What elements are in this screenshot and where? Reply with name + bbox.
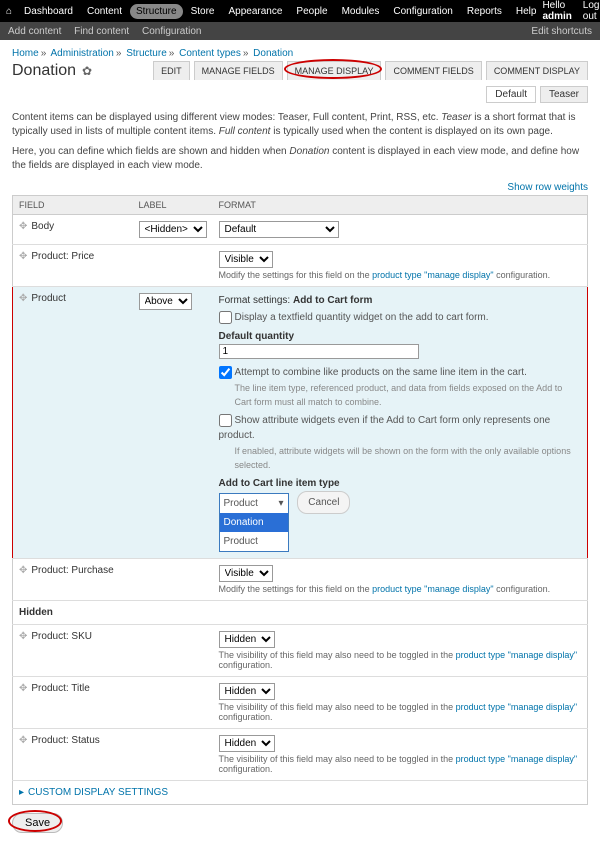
price-config-link[interactable]: product type "manage display" [372, 270, 493, 280]
menu-configuration[interactable]: Configuration [387, 4, 458, 19]
row-hidden-header: Hidden [13, 601, 588, 625]
body-label-select[interactable]: <Hidden> [139, 221, 207, 238]
price-format-select[interactable]: Visible [219, 251, 273, 268]
crumb-home[interactable]: Home [12, 48, 39, 59]
drag-handle-icon[interactable]: ✥ [19, 631, 27, 642]
home-icon[interactable]: ⌂ [6, 6, 12, 17]
menu-reports[interactable]: Reports [461, 4, 508, 19]
show-row-weights-link[interactable]: Show row weights [507, 182, 588, 193]
subtab-teaser[interactable]: Teaser [540, 86, 588, 103]
sku-format-select[interactable]: Hidden [219, 631, 275, 648]
tab-edit[interactable]: EDIT [153, 61, 190, 80]
purchase-config-link[interactable]: product type "manage display" [372, 584, 493, 594]
product-label-select[interactable]: Above [139, 293, 192, 310]
gear-icon[interactable]: ✿ [82, 64, 92, 78]
menu-structure[interactable]: Structure [130, 4, 183, 19]
subtab-default[interactable]: Default [486, 86, 536, 103]
cb-quantity-widget[interactable]: Display a textfield quantity widget on t… [219, 310, 582, 325]
line-item-type-select[interactable]: Product▾ Donation Product [219, 493, 289, 552]
page-title: Donation [12, 62, 76, 80]
drag-handle-icon[interactable]: ✥ [19, 565, 27, 576]
status-config-link[interactable]: product type "manage display" [456, 754, 577, 764]
cb-combine[interactable]: Attempt to combine like products on the … [219, 365, 582, 380]
menu-modules[interactable]: Modules [336, 4, 386, 19]
primary-tabs: EDIT MANAGE FIELDS MANAGE DISPLAY COMMEN… [153, 61, 588, 80]
cancel-button[interactable]: Cancel [297, 491, 350, 514]
crumb-content-types[interactable]: Content types [179, 48, 241, 59]
drag-handle-icon[interactable]: ✥ [19, 293, 27, 304]
save-button[interactable]: Save [12, 813, 63, 833]
toolbar-menu: Dashboard Content Structure Store Appear… [18, 4, 542, 19]
row-purchase: ✥Product: Purchase Visible Modify the se… [13, 559, 588, 601]
status-format-select[interactable]: Hidden [219, 735, 275, 752]
menu-help[interactable]: Help [510, 4, 543, 19]
shortcut-configuration[interactable]: Configuration [142, 26, 201, 37]
title-config-link[interactable]: product type "manage display" [456, 702, 577, 712]
chevron-down-icon: ▾ [278, 496, 283, 511]
edit-shortcuts-link[interactable]: Edit shortcuts [531, 26, 592, 37]
col-label: LABEL [133, 196, 213, 215]
option-donation[interactable]: Donation [220, 513, 288, 532]
custom-display-settings[interactable]: ▸CUSTOM DISPLAY SETTINGS [12, 781, 588, 805]
row-product: ✥Product Above Format settings: Add to C… [13, 287, 588, 559]
drag-handle-icon[interactable]: ✥ [19, 735, 27, 746]
drag-handle-icon[interactable]: ✥ [19, 221, 27, 232]
default-quantity-label: Default quantity [219, 329, 582, 344]
drag-handle-icon[interactable]: ✥ [19, 251, 27, 262]
cb-attributes-desc: If enabled, attribute widgets will be sh… [235, 445, 582, 472]
col-field: FIELD [13, 196, 133, 215]
tab-comment-display[interactable]: COMMENT DISPLAY [486, 61, 588, 80]
col-format: FORMAT [213, 196, 588, 215]
chevron-right-icon: ▸ [19, 787, 24, 798]
view-mode-tabs: Default Teaser [12, 86, 588, 103]
menu-appearance[interactable]: Appearance [222, 4, 288, 19]
logout-link[interactable]: Log out [583, 0, 600, 22]
default-quantity-input[interactable] [219, 344, 419, 359]
shortcut-find-content[interactable]: Find content [74, 26, 129, 37]
crumb-admin[interactable]: Administration [50, 48, 113, 59]
tab-manage-fields[interactable]: MANAGE FIELDS [194, 61, 283, 80]
shortcut-bar: Add content Find content Configuration E… [0, 22, 600, 40]
row-status: ✥Product: Status Hidden The visibility o… [13, 729, 588, 781]
title-format-select[interactable]: Hidden [219, 683, 275, 700]
admin-toolbar: ⌂ Dashboard Content Structure Store Appe… [0, 0, 600, 22]
body-format-select[interactable]: Default [219, 221, 339, 238]
tab-manage-display[interactable]: MANAGE DISPLAY [287, 61, 382, 80]
cb-attributes[interactable]: Show attribute widgets even if the Add t… [219, 413, 582, 443]
menu-dashboard[interactable]: Dashboard [18, 4, 79, 19]
cb-combine-desc: The line item type, referenced product, … [235, 382, 582, 409]
crumb-structure[interactable]: Structure [126, 48, 167, 59]
shortcut-add-content[interactable]: Add content [8, 26, 61, 37]
breadcrumb: Home» Administration» Structure» Content… [12, 48, 588, 59]
menu-content[interactable]: Content [81, 4, 128, 19]
drag-handle-icon[interactable]: ✥ [19, 683, 27, 694]
purchase-format-select[interactable]: Visible [219, 565, 273, 582]
line-item-type-label: Add to Cart line item type [219, 476, 582, 491]
hello-label: Hello admin [542, 0, 574, 22]
row-price: ✥Product: Price Visible Modify the setti… [13, 245, 588, 287]
row-body: ✥Body <Hidden> Default [13, 215, 588, 245]
tab-comment-fields[interactable]: COMMENT FIELDS [385, 61, 481, 80]
option-product[interactable]: Product [220, 532, 288, 551]
sku-config-link[interactable]: product type "manage display" [456, 650, 577, 660]
row-title: ✥Product: Title Hidden The visibility of… [13, 677, 588, 729]
menu-people[interactable]: People [290, 4, 333, 19]
menu-store[interactable]: Store [185, 4, 221, 19]
row-sku: ✥Product: SKU Hidden The visibility of t… [13, 625, 588, 677]
crumb-donation[interactable]: Donation [253, 48, 293, 59]
fields-table: FIELD LABEL FORMAT ✥Body <Hidden> Defaul… [12, 195, 588, 781]
intro-text: Content items can be displayed using dif… [12, 111, 588, 173]
